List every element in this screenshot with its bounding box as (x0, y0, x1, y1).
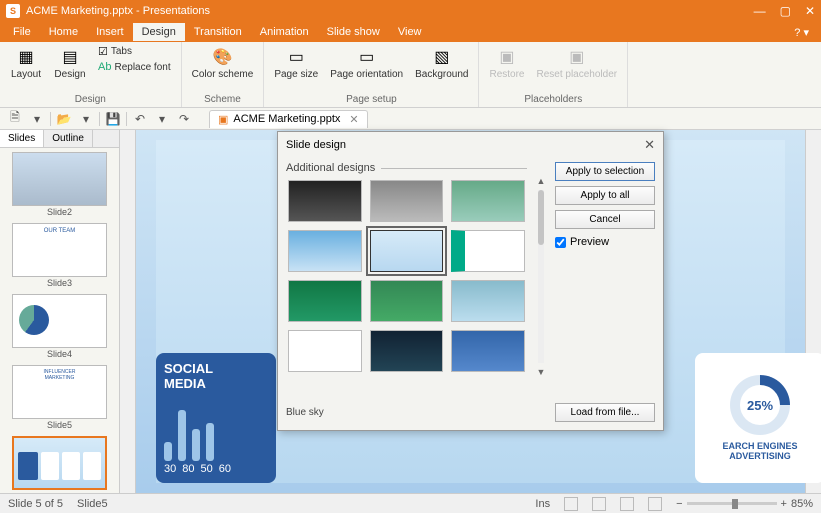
group-design-label: Design (75, 94, 106, 107)
zoom-in-icon[interactable]: + (781, 498, 787, 510)
apply-selection-button[interactable]: Apply to selection (555, 162, 655, 181)
status-pages: Slide 5 of 5 (8, 498, 63, 510)
status-bar: Slide 5 of 5 Slide5 Ins − + 85% (0, 493, 821, 513)
document-tab[interactable]: ▣ ACME Marketing.pptx ✕ (209, 110, 368, 128)
additional-designs-label: Additional designs (286, 162, 375, 174)
page-size-button[interactable]: ▭Page size (270, 44, 322, 82)
design-item[interactable] (288, 230, 362, 272)
cancel-button[interactable]: Cancel (555, 210, 655, 229)
quick-access-toolbar: 🗎▾ 📂▾ 💾 ↶▾ ↷ ▣ ACME Marketing.pptx ✕ (0, 108, 821, 130)
design-item[interactable] (288, 330, 362, 372)
design-item[interactable] (370, 330, 444, 372)
layout-button[interactable]: ▦Layout (6, 44, 46, 82)
view-outline-icon[interactable] (620, 497, 634, 511)
background-button[interactable]: ▧Background (411, 44, 472, 82)
thumbnail-selected[interactable] (4, 436, 115, 490)
document-tab-label: ACME Marketing.pptx (233, 113, 340, 125)
menu-bar: File Home Insert Design Transition Anima… (0, 22, 821, 42)
preview-checkbox[interactable]: Preview (555, 236, 655, 248)
zoom-out-icon[interactable]: − (676, 498, 682, 510)
menu-animation[interactable]: Animation (251, 23, 318, 41)
restore-button[interactable]: ▣Restore (485, 44, 528, 82)
minimize-button[interactable]: — (754, 4, 766, 18)
design-grid (286, 174, 527, 391)
selected-design-name: Blue sky (286, 407, 547, 418)
title-bar: S ACME Marketing.pptx - Presentations — … (0, 0, 821, 22)
save-icon[interactable]: 💾 (104, 110, 122, 128)
tab-slides[interactable]: Slides (0, 130, 44, 147)
tabs-checkbox[interactable]: ☑Tabs (94, 44, 175, 59)
dialog-close-icon[interactable]: ✕ (644, 137, 655, 153)
tab-outline[interactable]: Outline (44, 130, 93, 147)
slide-design-dialog: Slide design ✕ Additional designs ▲ (277, 131, 664, 431)
design-item-selected[interactable] (370, 230, 444, 272)
scroll-down-icon[interactable]: ▼ (537, 367, 546, 377)
redo-icon[interactable]: ↷ (175, 110, 193, 128)
undo-icon[interactable]: ↶ (131, 110, 149, 128)
design-button[interactable]: ▤Design (50, 44, 90, 82)
design-item[interactable] (370, 180, 444, 222)
maximize-button[interactable]: ▢ (780, 4, 791, 18)
design-item[interactable] (370, 280, 444, 322)
design-scrollbar[interactable]: ▲ ▼ (535, 162, 547, 391)
donut-value: 25% (740, 385, 780, 425)
dialog-title: Slide design (286, 139, 346, 151)
group-pagesetup-label: Page setup (346, 94, 397, 107)
view-normal-icon[interactable] (564, 497, 578, 511)
reset-placeholder-button[interactable]: ▣Reset placeholder (532, 44, 621, 82)
design-item[interactable] (451, 330, 525, 372)
social-media-chart: SOCIAL MEDIA 30805060 (156, 353, 276, 483)
thumbnail-list[interactable]: Slide2 OUR TEAMSlide3 Slide4 INFLUENCERM… (0, 148, 119, 493)
thumbnail[interactable]: Slide2 (4, 152, 115, 217)
design-item[interactable] (451, 230, 525, 272)
dropdown-icon[interactable]: ▾ (153, 110, 171, 128)
view-show-icon[interactable] (648, 497, 662, 511)
group-placeholders-label: Placeholders (524, 94, 582, 107)
design-item[interactable] (288, 280, 362, 322)
new-icon[interactable]: 🗎 (6, 110, 24, 128)
menu-slideshow[interactable]: Slide show (318, 23, 389, 41)
tab-close-icon[interactable]: ✕ (349, 113, 358, 126)
menu-transition[interactable]: Transition (185, 23, 251, 41)
group-scheme-label: Scheme (204, 94, 241, 107)
open-icon[interactable]: 📂 (55, 110, 73, 128)
social-title: SOCIAL MEDIA (164, 361, 268, 391)
sengine-label: EARCH ENGINES ADVERTISING (722, 441, 797, 461)
menu-file[interactable]: File (4, 23, 40, 41)
app-icon: S (6, 4, 20, 18)
thumbnail[interactable]: OUR TEAMSlide3 (4, 223, 115, 288)
scroll-up-icon[interactable]: ▲ (537, 176, 546, 186)
replace-font-button[interactable]: AbReplace font (94, 60, 175, 74)
menu-home[interactable]: Home (40, 23, 87, 41)
help-button[interactable]: ? ▾ (788, 23, 815, 42)
design-item[interactable] (451, 180, 525, 222)
load-from-file-button[interactable]: Load from file... (555, 403, 655, 422)
presentation-icon: ▣ (218, 113, 228, 126)
color-scheme-button[interactable]: 🎨Color scheme (188, 44, 258, 82)
menu-design[interactable]: Design (133, 23, 185, 41)
menu-insert[interactable]: Insert (87, 23, 133, 41)
thumbnail[interactable]: INFLUENCERMARKETINGSlide5 (4, 365, 115, 430)
view-sorter-icon[interactable] (592, 497, 606, 511)
status-slide: Slide5 (77, 498, 108, 510)
zoom-slider[interactable] (687, 502, 777, 505)
zoom-value: 85% (791, 498, 813, 510)
menu-view[interactable]: View (389, 23, 431, 41)
design-item[interactable] (288, 180, 362, 222)
window-title: ACME Marketing.pptx - Presentations (26, 5, 754, 17)
close-button[interactable]: ✕ (805, 4, 815, 18)
status-ins: Ins (535, 498, 550, 510)
apply-all-button[interactable]: Apply to all (555, 186, 655, 205)
vertical-ruler (120, 130, 136, 493)
design-item[interactable] (451, 280, 525, 322)
dropdown-icon[interactable]: ▾ (28, 110, 46, 128)
dropdown-icon[interactable]: ▾ (77, 110, 95, 128)
search-engine-chart: 25% EARCH ENGINES ADVERTISING (695, 353, 821, 483)
slide-panel: Slides Outline Slide2 OUR TEAMSlide3 Sli… (0, 130, 120, 493)
thumbnail[interactable]: Slide4 (4, 294, 115, 359)
ribbon: ▦Layout ▤Design ☑Tabs AbReplace font Des… (0, 42, 821, 108)
page-orientation-button[interactable]: ▭Page orientation (326, 44, 407, 82)
